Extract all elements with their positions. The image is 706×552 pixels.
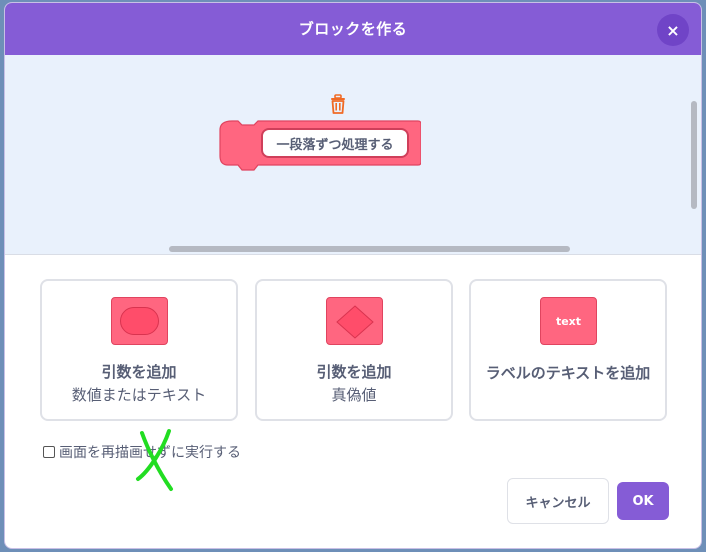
option-title: 引数を追加	[316, 363, 392, 381]
checkbox-label: 画面を再描画せずに実行する	[59, 445, 241, 461]
vertical-scrollbar[interactable]	[691, 101, 697, 209]
add-number-text-input-option[interactable]: 引数を追加 数値またはテキスト	[40, 279, 238, 421]
run-without-refresh-row[interactable]: 画面を再描画せずに実行する	[43, 442, 241, 462]
run-without-refresh-checkbox[interactable]	[43, 446, 55, 458]
horizontal-scrollbar[interactable]	[169, 246, 570, 252]
dialog-header: ブロックを作る ×	[5, 3, 701, 55]
dialog-title: ブロックを作る	[298, 20, 408, 38]
add-boolean-input-option[interactable]: 引数を追加 真偽値	[255, 279, 453, 421]
block-name-input[interactable]: 一段落ずつ処理する	[261, 128, 409, 158]
ok-button[interactable]: OK	[617, 482, 669, 520]
option-subtitle: 数値またはテキスト	[71, 386, 207, 404]
add-label-text-option[interactable]: text ラベルのテキストを追加	[469, 279, 667, 421]
option-subtitle: 真偽値	[331, 386, 377, 404]
close-icon[interactable]: ×	[657, 14, 689, 46]
cancel-button[interactable]: キャンセル	[507, 478, 609, 524]
block-workspace[interactable]: 一段落ずつ処理する	[5, 55, 701, 255]
trash-icon[interactable]	[328, 93, 348, 115]
option-title: ラベルのテキストを追加	[485, 364, 651, 382]
custom-block-preview[interactable]: 一段落ずつ処理する	[218, 120, 421, 172]
text-label-icon: text	[540, 297, 597, 345]
make-block-dialog: ブロックを作る × 一段落ずつ処理する 引数を追加 数値またはテキスト 引数を追…	[4, 2, 702, 549]
round-input-icon	[111, 297, 168, 345]
option-title: 引数を追加	[101, 363, 177, 381]
hexagon-input-icon	[326, 297, 383, 345]
